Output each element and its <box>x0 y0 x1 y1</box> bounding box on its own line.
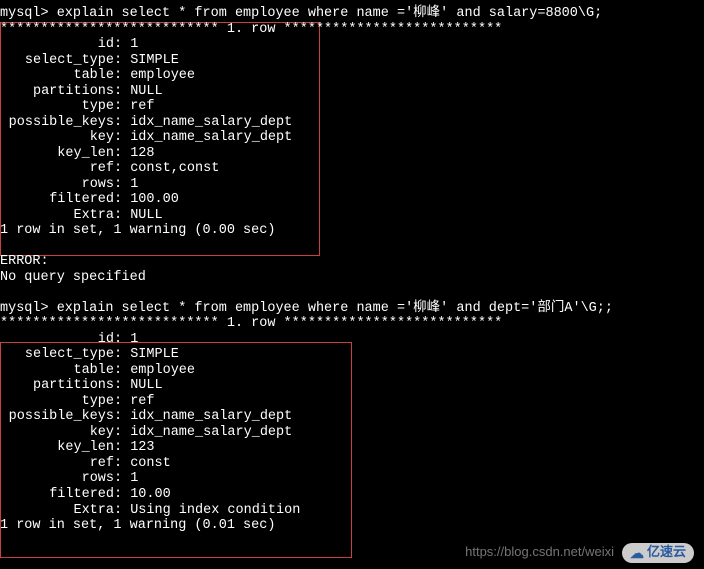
val2-rows: 1 <box>130 471 138 486</box>
r1-key_len: key_len: 128 <box>0 146 704 162</box>
watermark-text: https://blog.csdn.net/weixi <box>465 545 614 560</box>
val-possible_keys: idx_name_salary_dept <box>130 115 292 130</box>
row-separator-2: *************************** 1. row *****… <box>0 316 704 332</box>
label-ref: ref <box>0 161 114 177</box>
r2-key: key: idx_name_salary_dept <box>0 425 704 441</box>
r1-id: id: 1 <box>0 37 704 53</box>
label2-ref: ref <box>0 456 114 472</box>
val2-key: idx_name_salary_dept <box>130 425 292 440</box>
blank-2 <box>0 285 704 301</box>
r1-key: key: idx_name_salary_dept <box>0 130 704 146</box>
r2-Extra: Extra: Using index condition <box>0 503 704 519</box>
error-label: ERROR: <box>0 254 704 270</box>
label2-id: id <box>0 332 114 348</box>
val-type: ref <box>130 99 154 114</box>
label2-rows: rows <box>0 471 114 487</box>
val-filtered: 100.00 <box>130 192 179 207</box>
label-type: type <box>0 99 114 115</box>
cloud-icon: ☁ <box>630 545 644 561</box>
query-2: mysql> explain select * from employee wh… <box>0 301 704 317</box>
watermark: https://blog.csdn.net/weixi ☁ 亿速云 <box>465 543 694 563</box>
label-id: id <box>0 37 114 53</box>
logo-text: 亿速云 <box>647 545 686 560</box>
label-key: key <box>0 130 114 146</box>
error-msg: No query specified <box>0 270 704 286</box>
label2-key_len: key_len <box>0 440 114 456</box>
label-Extra: Extra <box>0 208 114 224</box>
label-partitions: partitions <box>0 84 114 100</box>
val2-table: employee <box>130 363 195 378</box>
val2-filtered: 10.00 <box>130 487 171 502</box>
label2-type: type <box>0 394 114 410</box>
r2-rows: rows: 1 <box>0 471 704 487</box>
val-Extra: NULL <box>130 208 162 223</box>
label-filtered: filtered <box>0 192 114 208</box>
val-table: employee <box>130 68 195 83</box>
val2-Extra: Using index condition <box>130 503 300 518</box>
r1-partitions: partitions: NULL <box>0 84 704 100</box>
r1-table: table: employee <box>0 68 704 84</box>
val2-ref: const <box>130 456 171 471</box>
terminal-output: mysql> explain select * from employee wh… <box>0 6 704 534</box>
val-key: idx_name_salary_dept <box>130 130 292 145</box>
label2-partitions: partitions <box>0 378 114 394</box>
val2-select_type: SIMPLE <box>130 347 179 362</box>
val-key_len: 128 <box>130 146 154 161</box>
r2-id: id: 1 <box>0 332 704 348</box>
val2-id: 1 <box>130 332 138 347</box>
val-partitions: NULL <box>130 84 162 99</box>
val-id: 1 <box>130 37 138 52</box>
label2-select_type: select_type <box>0 347 114 363</box>
label2-filtered: filtered <box>0 487 114 503</box>
label-key_len: key_len <box>0 146 114 162</box>
r2-partitions: partitions: NULL <box>0 378 704 394</box>
label2-possible_keys: possible_keys <box>0 409 114 425</box>
r2-key_len: key_len: 123 <box>0 440 704 456</box>
summary-1: 1 row in set, 1 warning (0.00 sec) <box>0 223 704 239</box>
r2-select_type: select_type: SIMPLE <box>0 347 704 363</box>
r2-ref: ref: const <box>0 456 704 472</box>
r2-type: type: ref <box>0 394 704 410</box>
logo-badge: ☁ 亿速云 <box>622 543 694 563</box>
label2-key: key <box>0 425 114 441</box>
label-table: table <box>0 68 114 84</box>
val2-type: ref <box>130 394 154 409</box>
label-possible_keys: possible_keys <box>0 115 114 131</box>
val-ref: const,const <box>130 161 219 176</box>
val2-partitions: NULL <box>130 378 162 393</box>
val2-possible_keys: idx_name_salary_dept <box>130 409 292 424</box>
row-separator-1: *************************** 1. row *****… <box>0 22 704 38</box>
r1-ref: ref: const,const <box>0 161 704 177</box>
label2-table: table <box>0 363 114 379</box>
r1-rows: rows: 1 <box>0 177 704 193</box>
r1-Extra: Extra: NULL <box>0 208 704 224</box>
label2-Extra: Extra <box>0 503 114 519</box>
r1-type: type: ref <box>0 99 704 115</box>
r2-possible_keys: possible_keys: idx_name_salary_dept <box>0 409 704 425</box>
blank-1 <box>0 239 704 255</box>
label-select_type: select_type <box>0 53 114 69</box>
val-rows: 1 <box>130 177 138 192</box>
label-rows: rows <box>0 177 114 193</box>
val-select_type: SIMPLE <box>130 53 179 68</box>
r1-possible_keys: possible_keys: idx_name_salary_dept <box>0 115 704 131</box>
r1-select_type: select_type: SIMPLE <box>0 53 704 69</box>
r1-filtered: filtered: 100.00 <box>0 192 704 208</box>
val2-key_len: 123 <box>130 440 154 455</box>
query-1: mysql> explain select * from employee wh… <box>0 6 704 22</box>
r2-filtered: filtered: 10.00 <box>0 487 704 503</box>
summary-2: 1 row in set, 1 warning (0.01 sec) <box>0 518 704 534</box>
r2-table: table: employee <box>0 363 704 379</box>
